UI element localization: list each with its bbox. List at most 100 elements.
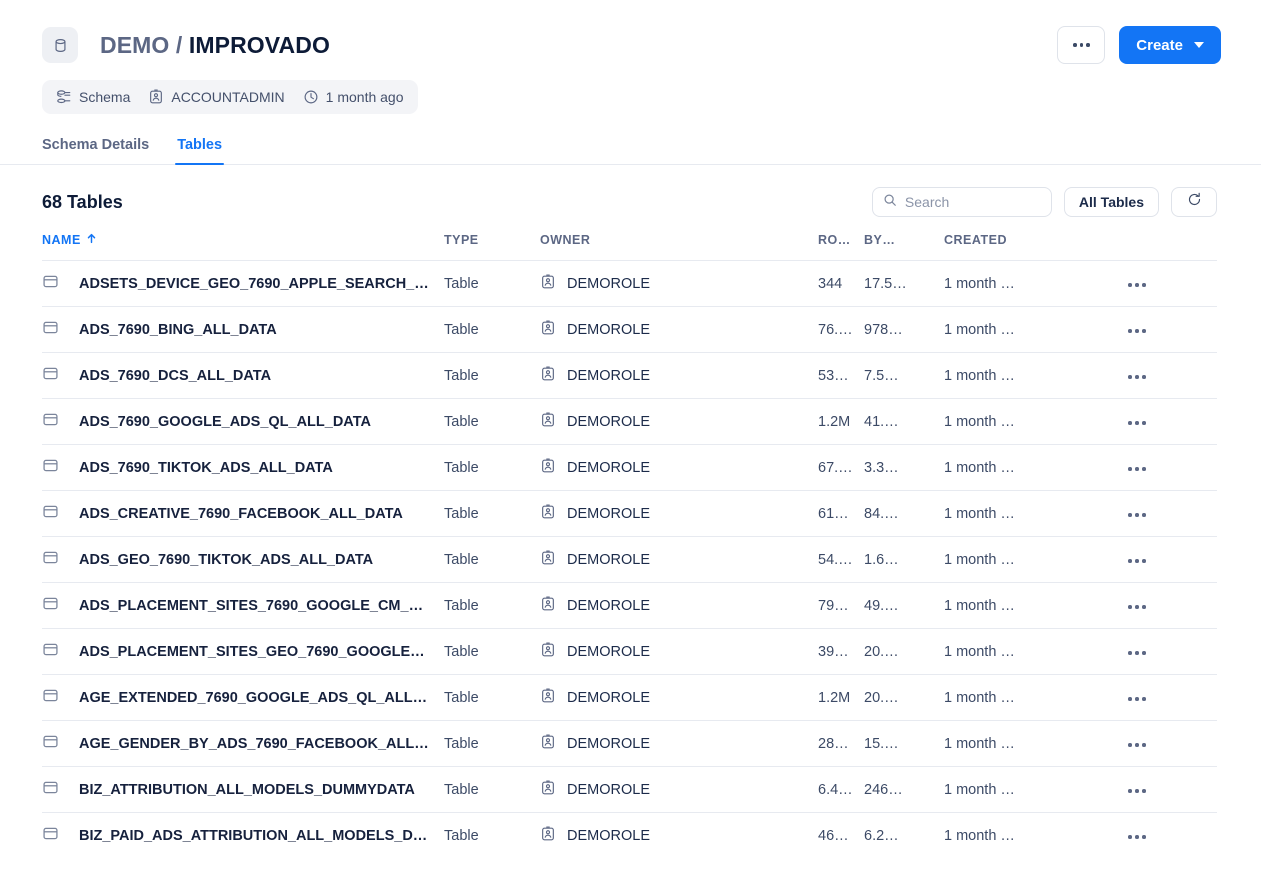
cell-actions [1124,491,1217,537]
cell-name[interactable]: ADS_7690_DCS_ALL_DATA [42,353,444,399]
row-actions-button[interactable] [1124,461,1150,477]
ellipsis-dot [1142,559,1146,563]
owner-label: DEMOROLE [567,505,650,522]
table-row[interactable]: ADS_CREATIVE_7690_FACEBOOK_ALL_DATA Table… [42,490,1217,537]
row-actions-button[interactable] [1124,507,1150,523]
row-actions-button[interactable] [1124,599,1150,615]
row-actions-button[interactable] [1124,737,1150,753]
cell-created: 1 month … [944,597,1015,614]
all-tables-filter-button[interactable]: All Tables [1063,187,1159,217]
meta-schema: Schema [56,89,130,105]
ellipsis-dot [1135,743,1139,747]
column-header-created[interactable]: CREATED [944,233,1124,261]
cell-bytes: 20.… [864,643,899,660]
cell-type: Table [444,643,479,660]
cell-bytes: 246… [864,781,903,798]
table-row[interactable]: AGE_EXTENDED_7690_GOOGLE_ADS_QL_ALL… Tabl… [42,674,1217,721]
row-actions-button[interactable] [1124,553,1150,569]
cell-name[interactable]: ADSETS_DEVICE_GEO_7690_APPLE_SEARCH_… [42,261,444,307]
row-actions-button[interactable] [1124,323,1150,339]
table-row[interactable]: ADS_PLACEMENT_SITES_7690_GOOGLE_CM_… Tabl… [42,582,1217,629]
table-row[interactable]: ADS_7690_TIKTOK_ADS_ALL_DATA Table DEMOROL… [42,444,1217,491]
meta-schema-label: Schema [79,89,131,105]
table-row[interactable]: BIZ_ATTRIBUTION_ALL_MODELS_DUMMYDATA Tabl… [42,766,1217,813]
row-actions-button[interactable] [1124,783,1150,799]
cell-name[interactable]: ADS_PLACEMENT_SITES_7690_GOOGLE_CM_… [42,583,444,629]
column-header-type[interactable]: TYPE [444,233,540,261]
table-row[interactable]: ADSETS_DEVICE_GEO_7690_APPLE_SEARCH_… Tab… [42,260,1217,307]
table-row[interactable]: ADS_PLACEMENT_SITES_GEO_7690_GOOGLE… Tabl… [42,628,1217,675]
ellipsis-dot [1135,605,1139,609]
table-row[interactable]: BIZ_PAID_ADS_ATTRIBUTION_ALL_MODELS_D… Ta… [42,812,1217,859]
table-icon [42,319,59,340]
owner-label: DEMOROLE [567,321,650,338]
table-icon [42,457,59,478]
table-row[interactable]: ADS_7690_GOOGLE_ADS_QL_ALL_DATA Table DEMO… [42,398,1217,445]
search-icon [883,193,897,212]
ellipsis-dot [1135,651,1139,655]
owner-label: DEMOROLE [567,689,650,706]
column-header-name-label: NAME [42,233,81,247]
ellipsis-dot [1142,467,1146,471]
column-header-bytes[interactable]: BY… [864,233,944,261]
ellipsis-dot [1135,513,1139,517]
column-header-actions [1124,233,1217,261]
row-actions-button[interactable] [1124,415,1150,431]
cell-name[interactable]: ADS_PLACEMENT_SITES_GEO_7690_GOOGLE… [42,629,444,675]
create-button[interactable]: Create [1119,26,1221,64]
row-actions-button[interactable] [1124,277,1150,293]
column-header-name[interactable]: NAME [42,233,444,261]
table-icon [42,365,59,386]
refresh-button[interactable] [1171,187,1217,217]
cell-actions [1124,537,1217,583]
page-title: DEMO / IMPROVADO [100,32,330,59]
column-header-rows[interactable]: RO… [818,233,864,261]
cell-actions [1124,353,1217,399]
cell-name[interactable]: AGE_EXTENDED_7690_GOOGLE_ADS_QL_ALL… [42,675,444,721]
tab-schema-details[interactable]: Schema Details [42,137,149,165]
row-actions-button[interactable] [1124,829,1150,845]
owner-label: DEMOROLE [567,781,650,798]
cell-type: Table [444,459,479,476]
role-badge-icon [148,89,164,105]
row-actions-button[interactable] [1124,645,1150,661]
table-row[interactable]: ADS_7690_DCS_ALL_DATA Table DEMOROLE 53… 7.5… [42,352,1217,399]
row-actions-button[interactable] [1124,369,1150,385]
cell-created: 1 month … [944,413,1015,430]
cell-owner: DEMOROLE [540,629,818,675]
owner-badge-icon [540,273,556,294]
cell-name[interactable]: ADS_GEO_7690_TIKTOK_ADS_ALL_DATA [42,537,444,583]
ellipsis-dot [1142,697,1146,701]
cell-name[interactable]: ADS_7690_TIKTOK_ADS_ALL_DATA [42,445,444,491]
table-row[interactable]: AGE_GENDER_BY_ADS_7690_FACEBOOK_ALL… Tabl… [42,720,1217,767]
row-actions-button[interactable] [1124,691,1150,707]
cell-actions [1124,445,1217,491]
cell-bytes: 41.… [864,413,899,430]
cell-name[interactable]: ADS_7690_BING_ALL_DATA [42,307,444,353]
table-row[interactable]: ADS_7690_BING_ALL_DATA Table DEMOROLE 76.… 9… [42,306,1217,353]
cell-type: Table [444,275,479,292]
search-box[interactable] [871,187,1052,217]
column-header-owner[interactable]: OWNER [540,233,818,261]
cell-name[interactable]: BIZ_ATTRIBUTION_ALL_MODELS_DUMMYDATA [42,767,444,813]
cell-bytes: 6.2… [864,827,899,844]
more-options-button[interactable] [1057,26,1106,64]
table-row[interactable]: ADS_GEO_7690_TIKTOK_ADS_ALL_DATA Table DEM… [42,536,1217,583]
cell-name[interactable]: AGE_GENDER_BY_ADS_7690_FACEBOOK_ALL… [42,721,444,767]
table-name-label: ADS_CREATIVE_7690_FACEBOOK_ALL_DATA [79,505,403,522]
cell-name[interactable]: ADS_CREATIVE_7690_FACEBOOK_ALL_DATA [42,491,444,537]
cell-name[interactable]: BIZ_PAID_ADS_ATTRIBUTION_ALL_MODELS_D… [42,813,444,859]
cell-name[interactable]: ADS_7690_GOOGLE_ADS_QL_ALL_DATA [42,399,444,445]
table-name-label: ADS_7690_DCS_ALL_DATA [79,367,272,384]
clock-icon [303,89,319,105]
cell-type: Table [444,689,479,706]
cell-actions [1124,629,1217,675]
table-header-row: NAME TYPE OWNER RO… BY… CREATED [42,233,1217,261]
search-input[interactable] [904,194,1041,210]
cell-owner: DEMOROLE [540,767,818,813]
cell-type: Table [444,597,479,614]
ellipsis-dot [1135,835,1139,839]
tables-table: NAME TYPE OWNER RO… BY… CREATED ADSETS_D… [42,233,1217,859]
tab-tables[interactable]: Tables [175,137,224,165]
table-toolbar: 68 Tables All Tables [0,165,1261,217]
